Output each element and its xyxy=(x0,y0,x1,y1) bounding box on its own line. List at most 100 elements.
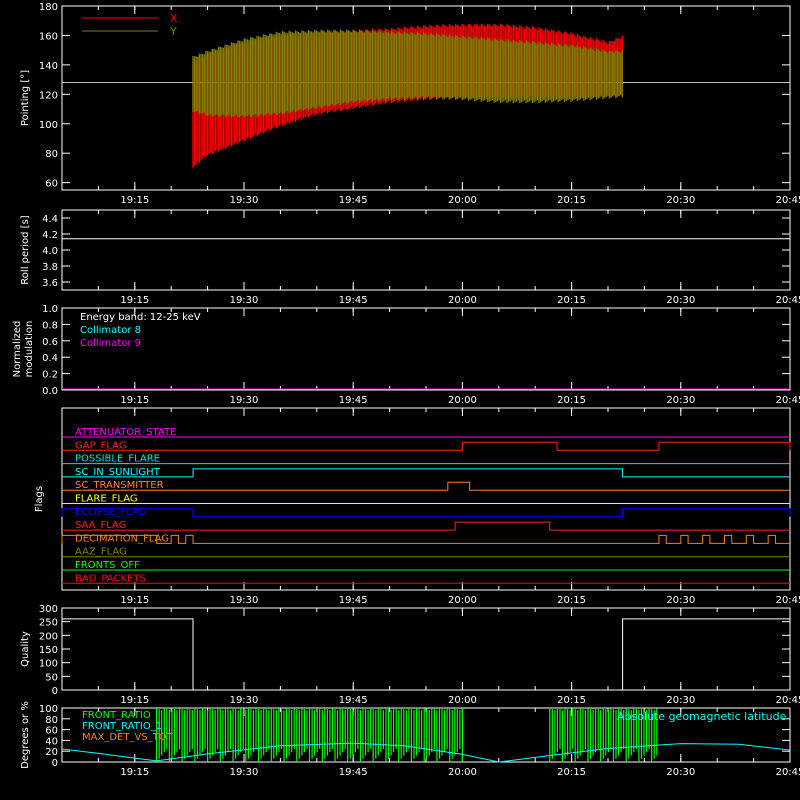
pointing-xtick-label: 20:00 xyxy=(448,195,477,206)
rhessi-quicklook-chart: 19:1519:3019:4520:0020:1520:3020:4560801… xyxy=(12,2,800,778)
ratios-ytick-label: 80 xyxy=(45,715,58,726)
ratios-xtick-label: 19:45 xyxy=(339,767,368,778)
roll-xtick-label: 19:45 xyxy=(339,295,368,306)
flags-xtick-label: 20:30 xyxy=(666,595,695,606)
roll-ytick-label: 4.0 xyxy=(42,246,58,257)
ratios-annotation: Absolute geomagnetic latitude xyxy=(617,710,787,723)
ratios-ytick-label: 100 xyxy=(39,704,58,715)
ratios-ylabel: Degrees or % xyxy=(20,701,31,769)
roll-xtick-label: 19:30 xyxy=(230,295,259,306)
modulation-xtick-label: 20:00 xyxy=(448,395,477,406)
quality-xtick-label: 20:45 xyxy=(776,695,800,706)
ratios-legend-label: FRONT_RATIO_1 xyxy=(82,721,162,732)
quality-ytick-label: 200 xyxy=(39,631,58,642)
modulation-legend-label: Energy band: 12-25 keV xyxy=(80,312,201,323)
quality-xtick-label: 19:45 xyxy=(339,695,368,706)
roll-ytick-label: 3.6 xyxy=(42,278,58,289)
flag-trace xyxy=(61,508,791,518)
quality-xtick-label: 19:30 xyxy=(230,695,259,706)
pointing-legend-label: X xyxy=(170,12,178,25)
modulation-ytick-label: 0.6 xyxy=(42,337,58,348)
modulation-ytick-label: 0.2 xyxy=(42,370,58,381)
pointing-xtick-label: 19:45 xyxy=(339,195,368,206)
flag-trace xyxy=(62,521,790,531)
modulation-xtick-label: 19:15 xyxy=(120,395,149,406)
quality-ytick-label: 300 xyxy=(39,604,58,615)
quality-ytick-label: 150 xyxy=(39,645,58,656)
modulation-ylabel: Normalized xyxy=(12,321,23,378)
ratios-green-burst xyxy=(156,708,463,762)
pointing-ytick-label: 180 xyxy=(39,2,58,13)
quality-line xyxy=(62,618,790,691)
flag-trace xyxy=(62,481,790,491)
quality-ytick-label: 0 xyxy=(52,686,58,697)
flag-trace xyxy=(62,468,790,478)
ratios-burst-bars xyxy=(156,708,463,762)
quality-xtick-label: 20:00 xyxy=(448,695,477,706)
flags-xtick-label: 19:45 xyxy=(339,595,368,606)
roll-xtick-label: 20:30 xyxy=(666,295,695,306)
roll-xtick-label: 20:15 xyxy=(557,295,586,306)
ratios-xtick-label: 20:45 xyxy=(776,767,800,778)
pointing-legend-label: Y xyxy=(169,25,177,38)
flag-trace xyxy=(62,441,791,451)
modulation-xtick-label: 19:45 xyxy=(339,395,368,406)
flag-label: FLARE_FLAG xyxy=(75,494,138,505)
flags-xtick-label: 19:15 xyxy=(120,595,149,606)
ratios-xtick-label: 20:00 xyxy=(448,767,477,778)
pointing-ytick-label: 140 xyxy=(39,61,58,72)
flags-xtick-label: 20:15 xyxy=(557,595,586,606)
modulation-xtick-label: 20:30 xyxy=(666,395,695,406)
modulation-ylabel: modulation xyxy=(24,321,35,378)
flag-label: SAA_FLAG xyxy=(75,520,126,531)
flag-label: SC_IN_SUNLIGHT xyxy=(75,467,161,478)
flags-xtick-label: 19:30 xyxy=(230,595,259,606)
flag-label: AAZ_FLAG xyxy=(75,547,127,558)
roll-frame xyxy=(61,209,791,291)
roll-ytick-label: 4.2 xyxy=(42,230,58,241)
roll-xtick-label: 19:15 xyxy=(120,295,149,306)
pointing-ytick-label: 160 xyxy=(39,31,58,42)
quality-ytick-label: 100 xyxy=(39,659,58,670)
modulation-xtick-label: 20:15 xyxy=(557,395,586,406)
flag-label: ATTENUATOR_STATE xyxy=(75,427,176,438)
flag-label: BAD_PACKETS xyxy=(75,573,146,584)
ratios-xtick-label: 19:30 xyxy=(230,767,259,778)
ratios-legend-label: MAX_DET_VS_TOT xyxy=(82,732,174,743)
flag-label: SC_TRANSMITTER xyxy=(75,480,164,491)
pointing-xtick-label: 19:15 xyxy=(120,195,149,206)
modulation-legend-label: Collimator 8 xyxy=(80,325,141,336)
pointing-ytick-label: 60 xyxy=(45,179,58,190)
roll-ytick-label: 4.4 xyxy=(42,214,58,225)
pointing-xtick-label: 19:30 xyxy=(230,195,259,206)
pointing-xtick-label: 20:30 xyxy=(666,195,695,206)
ratios-xtick-label: 19:15 xyxy=(120,767,149,778)
quality-ylabel: Quality xyxy=(20,631,31,667)
flag-trace xyxy=(61,534,790,544)
flag-label: FRONTS_OFF xyxy=(75,560,140,571)
modulation-legend-label: Collimator 9 xyxy=(80,338,141,349)
ratios-ytick-label: 40 xyxy=(45,736,58,747)
ratios-ytick-label: 60 xyxy=(45,726,58,737)
pointing-ytick-label: 80 xyxy=(45,149,58,160)
roll-xtick-label: 20:45 xyxy=(776,295,800,306)
quality-frame xyxy=(61,607,791,691)
pointing-xtick-label: 20:15 xyxy=(557,195,586,206)
pointing-ylabel: Pointing [°] xyxy=(20,70,31,126)
quality-ytick-label: 250 xyxy=(39,618,58,629)
quality-ytick-label: 50 xyxy=(45,672,58,683)
flags-xtick-label: 20:00 xyxy=(448,595,477,606)
roll-ytick-label: 3.8 xyxy=(42,262,58,273)
ratios-xtick-label: 20:30 xyxy=(666,767,695,778)
roll-xtick-label: 20:00 xyxy=(448,295,477,306)
flag-label: POSSIBLE_FLARE xyxy=(75,454,160,465)
modulation-xtick-label: 19:30 xyxy=(230,395,259,406)
modulation-xtick-label: 20:45 xyxy=(776,395,800,406)
quality-xtick-label: 20:15 xyxy=(557,695,586,706)
modulation-ytick-label: 0.4 xyxy=(42,353,58,364)
pointing-xtick-label: 20:45 xyxy=(776,195,800,206)
roll-ylabel: Roll period [s] xyxy=(20,215,31,284)
ratios-xtick-label: 20:15 xyxy=(557,767,586,778)
flag-label: GAP_FLAG xyxy=(75,440,127,451)
ratios-ytick-label: 0 xyxy=(52,758,58,769)
